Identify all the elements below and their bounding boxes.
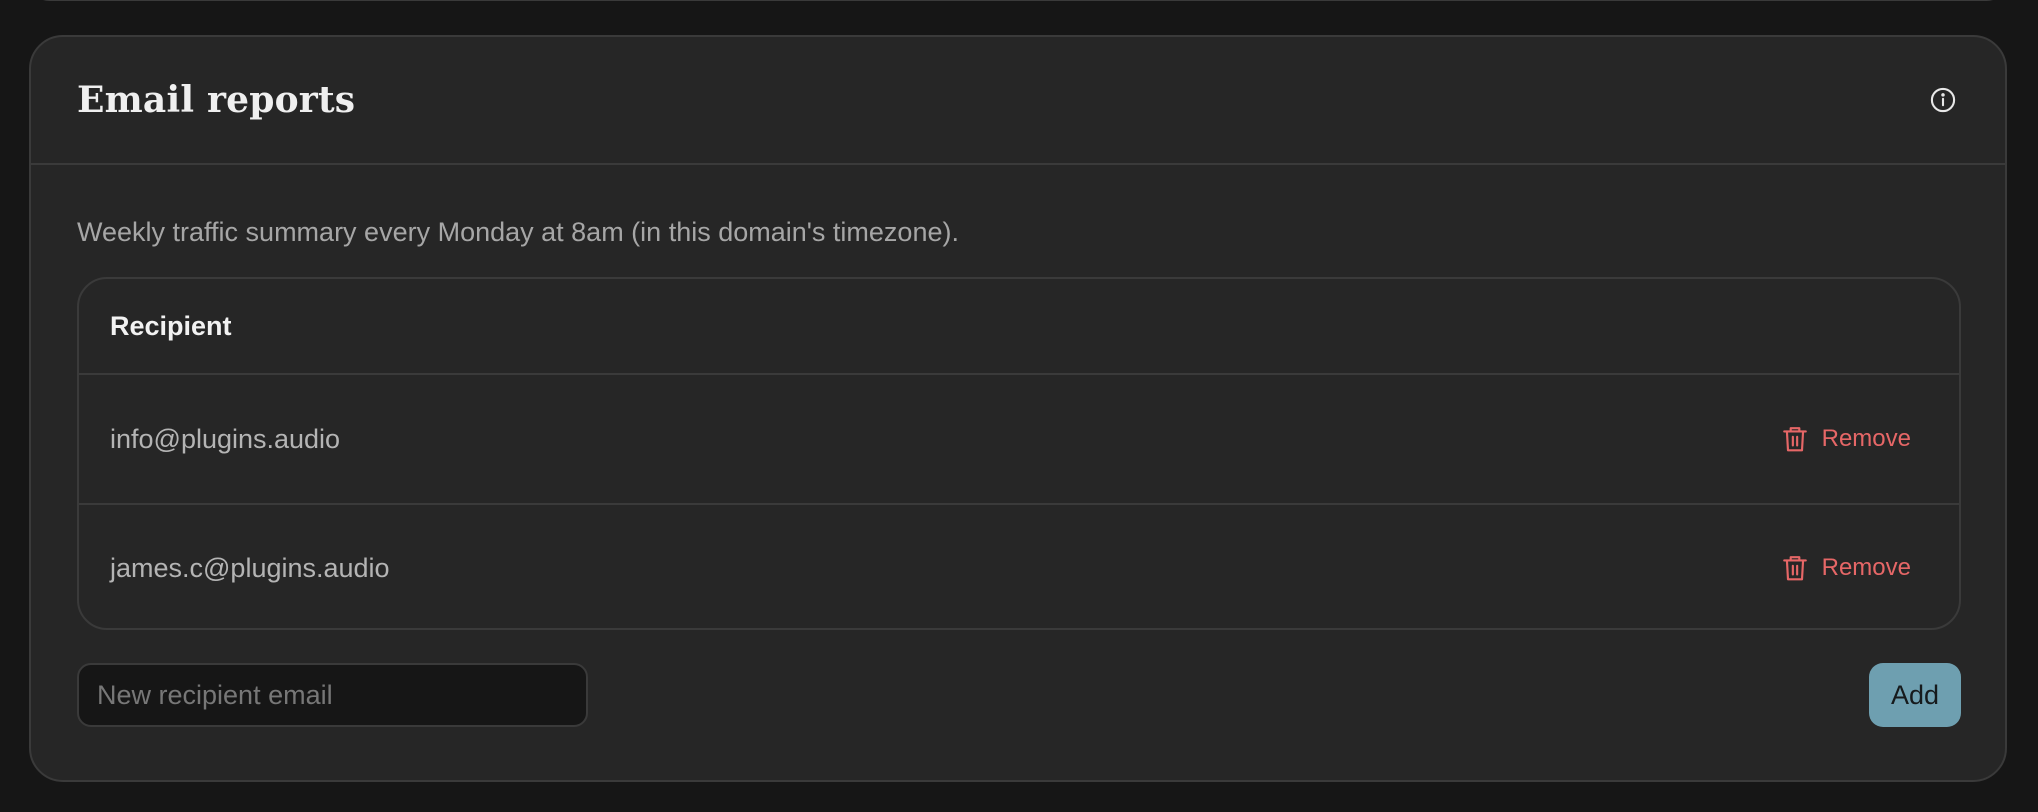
- card-description: Weekly traffic summary every Monday at 8…: [77, 217, 959, 247]
- remove-recipient-button[interactable]: Remove: [1782, 425, 1911, 453]
- remove-label: Remove: [1821, 425, 1911, 452]
- trash-icon: [1782, 556, 1807, 581]
- card-body: Weekly traffic summary every Monday at 8…: [31, 215, 2005, 727]
- trash-icon: [1782, 427, 1807, 452]
- recipient-email: james.c@plugins.audio: [110, 552, 390, 583]
- previous-card-edge: [29, 0, 2007, 1]
- table-row: james.c@plugins.audio Remove: [79, 503, 1959, 628]
- new-recipient-email-input[interactable]: [77, 663, 588, 727]
- add-recipient-row: Add: [77, 663, 1961, 727]
- recipients-table: Recipient info@plugins.audio Remove jame…: [77, 277, 1961, 630]
- table-row: info@plugins.audio Remove: [79, 375, 1959, 503]
- remove-recipient-button[interactable]: Remove: [1782, 554, 1911, 582]
- remove-label: Remove: [1821, 554, 1911, 581]
- email-reports-card: Email reports Weekly traffic summary eve…: [29, 35, 2007, 782]
- table-header: Recipient: [79, 279, 1959, 375]
- add-recipient-button[interactable]: Add: [1869, 663, 1961, 727]
- info-icon[interactable]: [1928, 85, 1958, 115]
- recipient-email: info@plugins.audio: [110, 423, 341, 454]
- card-header: Email reports: [31, 37, 2005, 165]
- card-title: Email reports: [77, 79, 356, 121]
